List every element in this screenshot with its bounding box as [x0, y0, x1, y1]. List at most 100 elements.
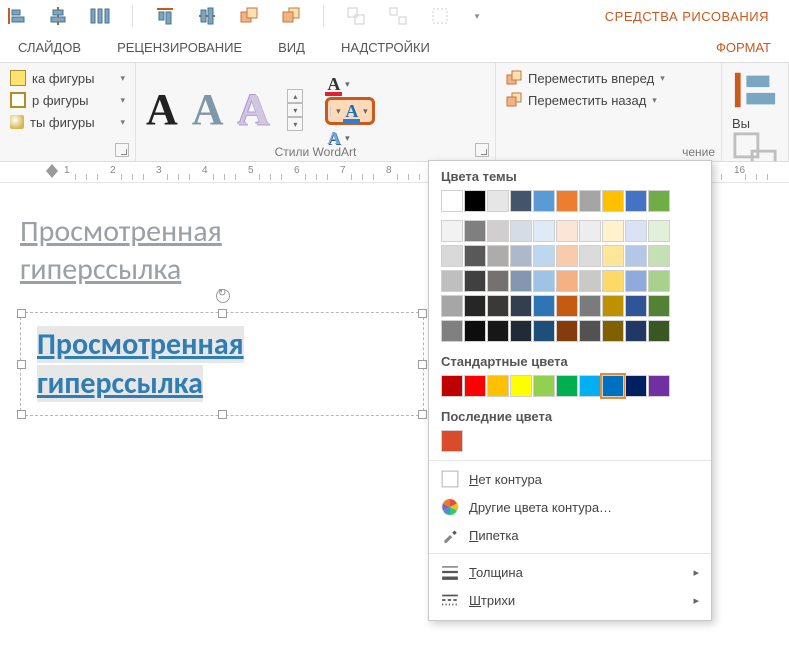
- expand-icon[interactable]: ▾: [287, 117, 303, 131]
- color-swatch[interactable]: [556, 320, 578, 342]
- selected-textbox[interactable]: Просмотренная гиперссылка: [20, 312, 424, 416]
- no-outline-item[interactable]: Нет контура: [429, 465, 711, 493]
- chevron-down-icon[interactable]: ▾: [342, 79, 352, 90]
- color-swatch[interactable]: [510, 190, 532, 212]
- color-swatch[interactable]: [579, 220, 601, 242]
- color-swatch[interactable]: [533, 270, 555, 292]
- shape-outline-button[interactable]: р фигуры ▾: [10, 89, 125, 111]
- selected-text[interactable]: Просмотренная гиперссылка: [37, 325, 407, 403]
- color-swatch[interactable]: [510, 270, 532, 292]
- color-swatch[interactable]: [602, 320, 624, 342]
- scroll-down-icon[interactable]: ▾: [287, 103, 303, 117]
- regroup-icon[interactable]: [430, 6, 450, 26]
- color-swatch[interactable]: [533, 190, 555, 212]
- color-swatch[interactable]: [648, 190, 670, 212]
- send-backward-button[interactable]: Переместить назад ▾: [506, 89, 711, 111]
- color-swatch[interactable]: [648, 270, 670, 292]
- color-swatch[interactable]: [648, 295, 670, 317]
- color-swatch[interactable]: [533, 220, 555, 242]
- bring-forward-button[interactable]: Переместить вперед ▾: [506, 67, 711, 89]
- color-swatch[interactable]: [487, 375, 509, 397]
- color-swatch[interactable]: [464, 375, 486, 397]
- dialog-launcher-icon[interactable]: [115, 143, 129, 157]
- color-swatch[interactable]: [510, 245, 532, 267]
- ungroup-icon[interactable]: [388, 6, 408, 26]
- send-backward-icon[interactable]: [281, 6, 301, 26]
- color-swatch[interactable]: [510, 295, 532, 317]
- color-swatch[interactable]: [487, 320, 509, 342]
- color-swatch[interactable]: [648, 245, 670, 267]
- resize-handle[interactable]: [418, 410, 427, 419]
- color-swatch[interactable]: [625, 190, 647, 212]
- color-swatch[interactable]: [441, 375, 463, 397]
- color-swatch[interactable]: [441, 190, 463, 212]
- color-swatch[interactable]: [533, 245, 555, 267]
- wordart-preset-3[interactable]: A: [238, 88, 270, 132]
- color-swatch[interactable]: [441, 295, 463, 317]
- color-swatch[interactable]: [625, 375, 647, 397]
- color-swatch[interactable]: [487, 220, 509, 242]
- color-swatch[interactable]: [579, 245, 601, 267]
- wordart-preset-1[interactable]: A: [146, 88, 178, 132]
- color-swatch[interactable]: [625, 220, 647, 242]
- resize-handle[interactable]: [17, 360, 26, 369]
- color-swatch[interactable]: [464, 190, 486, 212]
- dashes-submenu[interactable]: Штрихи ▸: [429, 586, 711, 614]
- scroll-up-icon[interactable]: ▴: [287, 89, 303, 103]
- align-center-h-icon[interactable]: [48, 6, 68, 26]
- resize-handle[interactable]: [17, 309, 26, 318]
- color-swatch[interactable]: [533, 320, 555, 342]
- shape-effects-button[interactable]: ты фигуры ▾: [10, 111, 125, 133]
- tab-review[interactable]: РЕЦЕНЗИРОВАНИЕ: [99, 32, 260, 62]
- color-swatch[interactable]: [602, 270, 624, 292]
- color-swatch[interactable]: [556, 295, 578, 317]
- group-button[interactable]: Гр: [732, 131, 778, 161]
- color-swatch[interactable]: [487, 270, 509, 292]
- more-outline-colors-item[interactable]: Другие цвета контура…: [429, 493, 711, 521]
- color-swatch[interactable]: [464, 295, 486, 317]
- color-swatch[interactable]: [533, 375, 555, 397]
- resize-handle[interactable]: [418, 360, 427, 369]
- tab-format[interactable]: ФОРМАТ: [698, 32, 789, 62]
- color-swatch[interactable]: [510, 220, 532, 242]
- align-left-icon[interactable]: [6, 6, 26, 26]
- align-top-icon[interactable]: [155, 6, 175, 26]
- bring-forward-icon[interactable]: [239, 6, 259, 26]
- color-swatch[interactable]: [602, 190, 624, 212]
- color-swatch[interactable]: [487, 245, 509, 267]
- color-swatch[interactable]: [648, 320, 670, 342]
- color-swatch[interactable]: [441, 430, 463, 452]
- color-swatch[interactable]: [625, 245, 647, 267]
- text-fill-button[interactable]: A ▾: [325, 75, 375, 93]
- tab-view[interactable]: ВИД: [260, 32, 323, 62]
- color-swatch[interactable]: [441, 220, 463, 242]
- wordart-preset-2[interactable]: A: [192, 88, 224, 132]
- color-swatch[interactable]: [487, 190, 509, 212]
- color-swatch[interactable]: [579, 295, 601, 317]
- align-middle-v-icon[interactable]: [197, 6, 217, 26]
- color-swatch[interactable]: [579, 375, 601, 397]
- color-swatch[interactable]: [579, 320, 601, 342]
- wordart-gallery-more[interactable]: ▴ ▾ ▾: [287, 89, 303, 131]
- chevron-down-icon[interactable]: ▾: [472, 6, 482, 26]
- color-swatch[interactable]: [648, 220, 670, 242]
- color-swatch[interactable]: [441, 320, 463, 342]
- color-swatch[interactable]: [533, 295, 555, 317]
- color-swatch[interactable]: [602, 375, 624, 397]
- color-swatch[interactable]: [648, 375, 670, 397]
- distribute-h-icon[interactable]: [90, 6, 110, 26]
- text-outline-button[interactable]: ▾ A ▾: [325, 97, 375, 125]
- color-swatch[interactable]: [625, 270, 647, 292]
- color-swatch[interactable]: [579, 270, 601, 292]
- color-swatch[interactable]: [487, 295, 509, 317]
- resize-handle[interactable]: [218, 309, 227, 318]
- dialog-launcher-icon[interactable]: [475, 143, 489, 157]
- color-swatch[interactable]: [556, 220, 578, 242]
- tab-slides[interactable]: СЛАЙДОВ: [0, 32, 99, 62]
- color-swatch[interactable]: [464, 270, 486, 292]
- resize-handle[interactable]: [418, 309, 427, 318]
- rotate-handle-icon[interactable]: [216, 289, 230, 303]
- color-swatch[interactable]: [510, 375, 532, 397]
- color-swatch[interactable]: [556, 375, 578, 397]
- color-swatch[interactable]: [464, 220, 486, 242]
